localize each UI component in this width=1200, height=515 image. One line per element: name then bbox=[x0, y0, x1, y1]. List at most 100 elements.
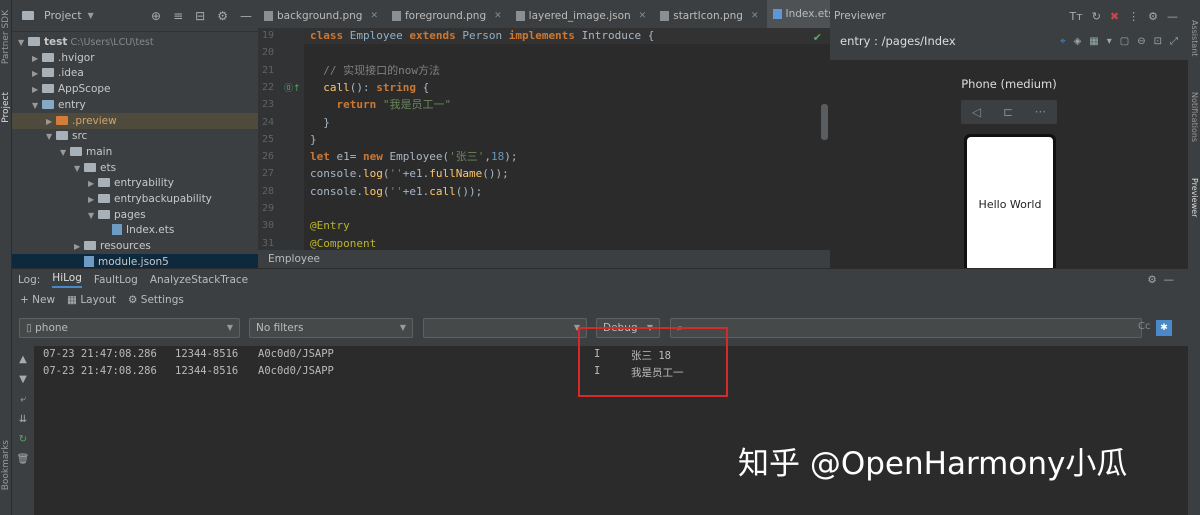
tree-item[interactable]: ▶ entryability bbox=[12, 175, 258, 191]
chevron-right-icon[interactable]: ▶ bbox=[46, 114, 56, 130]
partner-sdk-tab[interactable]: Partner SDK bbox=[1, 10, 11, 64]
tree-item[interactable]: ▼ entry bbox=[12, 97, 258, 113]
chevron-down-icon[interactable]: ▼ bbox=[32, 98, 42, 114]
multi-device-icon[interactable]: ▦ bbox=[1089, 36, 1098, 47]
soft-wrap-icon[interactable]: ⤶ bbox=[12, 390, 34, 410]
match-case-toggle[interactable]: Cc bbox=[1138, 321, 1150, 332]
tree-item[interactable]: ▶ AppScope bbox=[12, 81, 258, 97]
tab-hilog[interactable]: HiLog bbox=[52, 272, 82, 288]
folder-icon bbox=[56, 115, 68, 125]
layout-button[interactable]: ▦ Layout bbox=[67, 294, 116, 306]
breadcrumb[interactable]: Employee bbox=[258, 250, 830, 268]
settings-label: Settings bbox=[140, 294, 184, 306]
rotate-device-icon[interactable]: ⊏ bbox=[1003, 105, 1013, 119]
more-icon[interactable]: ··· bbox=[1035, 105, 1046, 119]
project-tool-tab[interactable]: Project bbox=[1, 92, 11, 123]
implements-marker-icon[interactable]: ⓪↑ bbox=[284, 81, 301, 94]
tree-item[interactable]: ▶ entrybackupability bbox=[12, 191, 258, 207]
editor-scrollbar[interactable] bbox=[821, 104, 828, 140]
tree-item[interactable]: ▼ src bbox=[12, 128, 258, 144]
project-view-select[interactable]: Project bbox=[44, 9, 82, 22]
scroll-up-icon[interactable]: ▲ bbox=[12, 350, 34, 370]
locate-icon[interactable]: ⊕ bbox=[151, 9, 161, 23]
more-icon[interactable]: ⋮ bbox=[1128, 10, 1139, 23]
tree-item[interactable]: ▶ resources bbox=[12, 238, 258, 254]
tree-item[interactable]: ▼ test C:\Users\LCU\test bbox=[12, 34, 258, 50]
collapse-all-icon[interactable]: ⊟ bbox=[195, 9, 205, 23]
tree-item[interactable]: ▼ main bbox=[12, 144, 258, 160]
hide-icon[interactable]: — bbox=[1167, 10, 1178, 23]
gear-icon[interactable]: ⚙ — bbox=[1147, 274, 1188, 286]
log-time: 07-23 21:47:08.286 bbox=[43, 365, 157, 377]
tree-item[interactable]: ▶ .idea bbox=[12, 65, 258, 81]
chevron-down-icon[interactable]: ▼ bbox=[88, 11, 94, 20]
editor-tab[interactable]: layered_image.json ✕ bbox=[510, 0, 655, 32]
preview-canvas: Phone (medium) ◁ ⊏ ··· Hello World bbox=[830, 60, 1188, 274]
tree-item[interactable]: ▼ ets bbox=[12, 160, 258, 176]
close-icon[interactable]: ✕ bbox=[751, 0, 759, 32]
chevron-down-icon[interactable]: ▼ bbox=[74, 161, 84, 177]
hide-icon[interactable]: — bbox=[240, 9, 252, 23]
chevron-down-icon[interactable]: ▼ bbox=[46, 129, 56, 145]
device-select[interactable]: ▯ phone ▼ bbox=[19, 318, 240, 338]
scroll-to-end-icon[interactable]: ⇊ bbox=[12, 410, 34, 430]
chevron-down-icon[interactable]: ▾ bbox=[1107, 36, 1112, 47]
fit-icon[interactable]: ⊡ bbox=[1154, 36, 1162, 47]
previewer-tool-tab[interactable]: Previewer bbox=[1190, 178, 1199, 217]
restart-icon[interactable]: ↻ bbox=[12, 430, 34, 450]
chevron-right-icon[interactable]: ▶ bbox=[32, 51, 42, 67]
expand-all-icon[interactable]: ≡ bbox=[173, 9, 183, 23]
line-number: 26 bbox=[262, 151, 275, 163]
settings-button[interactable]: ⚙ Settings bbox=[128, 294, 184, 306]
tree-item[interactable]: ▶ .preview bbox=[12, 112, 258, 130]
bookmarks-tool-tab[interactable]: Bookmarks bbox=[1, 440, 11, 490]
chevron-right-icon[interactable]: ▶ bbox=[88, 176, 98, 192]
code-line: console.log(''+e1.call()); bbox=[310, 184, 483, 198]
notifications-tool-tab[interactable]: Notifications bbox=[1190, 92, 1199, 142]
folder-icon bbox=[84, 241, 96, 251]
assistant-tool-tab[interactable]: Assistant bbox=[1190, 20, 1199, 56]
gear-icon[interactable]: ⚙ bbox=[1148, 10, 1158, 23]
regex-icon[interactable]: ✱ bbox=[1156, 320, 1172, 336]
tab-faultlog[interactable]: FaultLog bbox=[94, 274, 138, 286]
tab-analyzestacktrace[interactable]: AnalyzeStackTrace bbox=[150, 274, 248, 286]
chevron-right-icon[interactable]: ▶ bbox=[32, 82, 42, 98]
close-icon[interactable]: ✕ bbox=[370, 0, 378, 32]
code-editor[interactable]: 19 20 21 22 23 24 25 26 27 28 29 30 31 ⓪↑ class Emplo… bbox=[258, 28, 830, 250]
gear-icon[interactable]: ⚙ bbox=[217, 9, 228, 23]
chevron-down-icon[interactable]: ▼ bbox=[88, 208, 98, 224]
chevron-right-icon[interactable]: ▶ bbox=[74, 239, 84, 255]
phone-screen[interactable]: Hello World bbox=[967, 137, 1053, 271]
zoom-icon[interactable]: ⊖ bbox=[1137, 36, 1145, 47]
editor-tab[interactable]: startIcon.png ✕ bbox=[654, 0, 766, 32]
editor-tab[interactable]: background.png ✕ bbox=[258, 0, 386, 32]
log-pid: 12344-8516 bbox=[175, 365, 239, 377]
editor-tab[interactable]: foreground.png ✕ bbox=[386, 0, 510, 32]
fullscreen-icon[interactable]: ⤢ bbox=[1170, 36, 1178, 47]
back-icon[interactable]: ◁ bbox=[972, 105, 981, 119]
rotate-icon[interactable]: ▢ bbox=[1120, 36, 1129, 47]
chevron-right-icon[interactable]: ▶ bbox=[88, 192, 98, 208]
refresh-icon[interactable]: ↻ bbox=[1092, 10, 1101, 23]
log-search-input[interactable]: ⌕ bbox=[670, 318, 1142, 338]
log-pid: 12344-8516 bbox=[175, 348, 239, 360]
close-icon[interactable]: ✕ bbox=[639, 0, 647, 32]
inspector-icon[interactable]: ⌖ bbox=[1060, 36, 1066, 47]
process-select[interactable]: ▼ bbox=[423, 318, 587, 338]
filter-select[interactable]: No filters ▼ bbox=[249, 318, 413, 338]
new-button[interactable]: + New bbox=[20, 294, 55, 306]
debug-icon[interactable]: ✖ bbox=[1110, 10, 1119, 23]
layers-icon[interactable]: ◈ bbox=[1074, 36, 1082, 47]
chevron-right-icon[interactable]: ▶ bbox=[32, 66, 42, 82]
font-size-icon[interactable]: Tт bbox=[1070, 10, 1083, 23]
log-time: 07-23 21:47:08.286 bbox=[43, 348, 157, 360]
tree-item[interactable]: ▶ .hvigor bbox=[12, 50, 258, 66]
chevron-down-icon[interactable]: ▼ bbox=[18, 35, 28, 51]
chevron-down-icon[interactable]: ▼ bbox=[60, 145, 70, 161]
tree-item-label: main bbox=[86, 145, 113, 158]
close-icon[interactable]: ✕ bbox=[494, 0, 502, 32]
scroll-down-icon[interactable]: ▼ bbox=[12, 370, 34, 390]
tree-item[interactable]: Index.ets bbox=[12, 222, 258, 238]
clear-icon[interactable]: 🗑 bbox=[12, 450, 34, 470]
tree-item[interactable]: ▼ pages bbox=[12, 207, 258, 223]
